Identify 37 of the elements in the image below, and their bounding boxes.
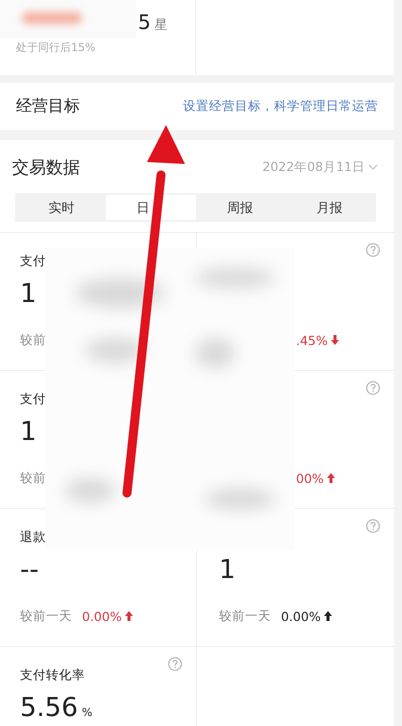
help-icon[interactable] [366, 381, 380, 395]
section-title: 经营目标 [16, 96, 80, 117]
metric-value: -- [20, 555, 39, 585]
metric-value: 5.56 [20, 693, 78, 723]
change-value: 0.00% [82, 608, 122, 624]
compare-label: 较前 [20, 470, 46, 486]
compare-label: 较前一天 [219, 608, 271, 624]
down-arrow-icon [330, 335, 339, 345]
metric-label: 支付 [20, 391, 46, 406]
report-tab[interactable]: 实时 [17, 195, 106, 220]
rating-unit: 星 [154, 17, 168, 34]
metric-value: 1 [20, 279, 37, 309]
compare-label: 较前 [20, 332, 46, 348]
report-tab[interactable]: 日 [106, 195, 196, 220]
change-value: 0.00% [281, 608, 321, 624]
up-arrow-icon [324, 611, 332, 621]
change-value: 00% [296, 470, 324, 486]
rating-score: 5 [138, 10, 151, 34]
report-tab[interactable]: 月报 [284, 195, 374, 220]
metric-label: 支付 [20, 253, 46, 268]
up-arrow-icon [326, 473, 335, 483]
report-tab[interactable]: 周报 [196, 195, 285, 220]
up-arrow-icon [124, 611, 133, 621]
compare-label: 较前一天 [20, 608, 72, 624]
chevron-down-icon[interactable] [368, 164, 378, 170]
help-icon[interactable] [366, 519, 380, 533]
metric-unit: % [82, 706, 92, 720]
metric-label: 退款 [20, 529, 46, 544]
metric-label: 支付转化率 [20, 667, 85, 682]
change-value: .45% [296, 332, 328, 348]
help-icon[interactable] [366, 243, 380, 257]
help-icon[interactable] [168, 657, 182, 671]
rating-note: 处于同行后15% [16, 40, 96, 55]
metric-value: 1 [20, 417, 37, 447]
section-title: 交易数据 [12, 156, 80, 178]
metric-value: 1 [219, 555, 236, 585]
goal-link[interactable]: 设置经营目标，科学管理日常运营 [183, 98, 378, 115]
